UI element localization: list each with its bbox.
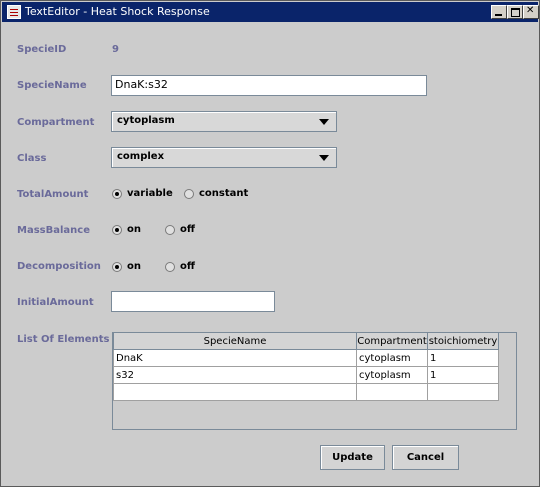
column-header-specie-name[interactable]: SpecieName	[113, 333, 357, 350]
window-title: TextEditor - Heat Shock Response	[25, 5, 210, 18]
specie-id-value: 9	[112, 44, 119, 55]
compartment-label: Compartment	[17, 117, 95, 128]
total-amount-constant-radio[interactable]: constant	[184, 188, 248, 199]
cancel-button[interactable]: Cancel	[392, 445, 459, 470]
maximize-button[interactable]	[507, 5, 523, 19]
mass-balance-off-radio[interactable]: off	[165, 224, 195, 235]
table-row[interactable]: s32 cytoplasm 1	[113, 366, 499, 384]
radio-label: off	[180, 261, 195, 272]
table-cell[interactable]: cytoplasm	[356, 349, 428, 367]
radio-label: off	[180, 224, 195, 235]
mass-balance-on-radio[interactable]: on	[112, 224, 141, 235]
table-cell[interactable]: s32	[113, 366, 357, 384]
class-select[interactable]: complex	[111, 147, 337, 168]
decomposition-on-radio[interactable]: on	[112, 261, 141, 272]
close-button[interactable]	[523, 5, 539, 19]
table-cell[interactable]: cytoplasm	[356, 366, 428, 384]
table-header-row: SpecieName Compartment stoichiometry	[113, 333, 499, 350]
column-header-compartment[interactable]: Compartment	[356, 333, 428, 350]
decomposition-off-radio[interactable]: off	[165, 261, 195, 272]
radio-label: on	[127, 261, 141, 272]
table-cell[interactable]: DnaK	[113, 349, 357, 367]
table-cell[interactable]	[113, 383, 357, 401]
radio-unselected-icon	[165, 224, 175, 235]
radio-unselected-icon	[184, 188, 194, 199]
list-of-elements-label: List Of Elements	[17, 334, 110, 345]
app-icon	[7, 5, 21, 19]
radio-selected-icon	[112, 224, 122, 235]
update-button[interactable]: Update	[320, 445, 385, 470]
specie-id-label: SpecieID	[17, 44, 67, 55]
class-label: Class	[17, 153, 47, 164]
chevron-down-icon	[319, 155, 329, 161]
radio-unselected-icon	[165, 261, 175, 272]
compartment-selected: cytoplasm	[117, 115, 175, 126]
radio-selected-icon	[112, 188, 122, 199]
total-amount-variable-radio[interactable]: variable	[112, 188, 173, 199]
radio-label: on	[127, 224, 141, 235]
compartment-select[interactable]: cytoplasm	[111, 111, 337, 132]
initial-amount-input[interactable]	[111, 291, 275, 312]
specie-name-input[interactable]: DnaK:s32	[111, 75, 427, 96]
chevron-down-icon	[319, 119, 329, 125]
initial-amount-label: InitialAmount	[17, 297, 94, 308]
text-editor-window: TextEditor - Heat Shock Response SpecieI…	[0, 0, 540, 487]
minimize-button[interactable]	[491, 5, 507, 19]
elements-table: SpecieName Compartment stoichiometry Dna…	[113, 333, 499, 401]
table-cell[interactable]: 1	[427, 366, 499, 384]
class-selected: complex	[117, 151, 165, 162]
table-cell[interactable]: 1	[427, 349, 499, 367]
mass-balance-label: MassBalance	[17, 225, 90, 236]
table-row[interactable]: DnaK cytoplasm 1	[113, 349, 499, 367]
elements-table-container: SpecieName Compartment stoichiometry Dna…	[112, 332, 517, 430]
radio-label: constant	[199, 188, 249, 199]
radio-selected-icon	[112, 261, 122, 272]
table-row[interactable]	[113, 383, 499, 401]
radio-label: variable	[127, 188, 173, 199]
column-header-stoichiometry[interactable]: stoichiometry	[427, 333, 499, 350]
title-bar[interactable]: TextEditor - Heat Shock Response	[2, 2, 539, 22]
specie-name-label: SpecieName	[17, 80, 87, 91]
table-cell[interactable]	[356, 383, 428, 401]
total-amount-label: TotalAmount	[17, 189, 89, 200]
decomposition-label: Decomposition	[17, 261, 101, 272]
table-cell[interactable]	[427, 383, 499, 401]
